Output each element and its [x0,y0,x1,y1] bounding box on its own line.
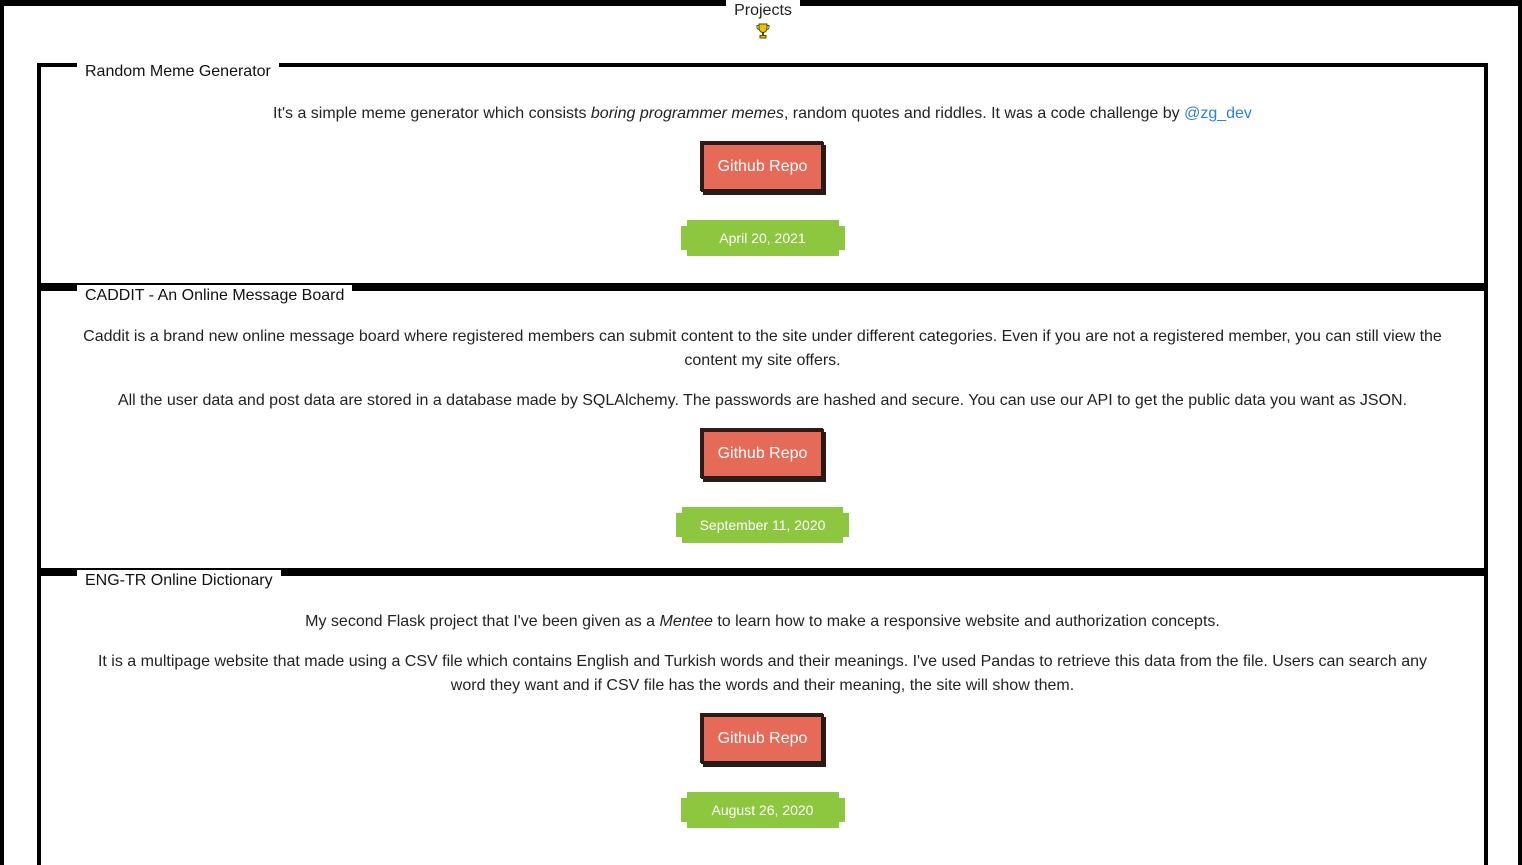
section-header: Projects [726,0,800,42]
project-title: CADDIT - An Online Message Board [77,285,353,307]
project-date-badge: September 11, 2020 [675,507,850,543]
github-repo-button[interactable]: Github Repo [700,142,825,192]
paragraph-text: , random quotes and riddles. It was a co… [783,105,1185,122]
project-description: It's a simple meme generator which consi… [41,67,1484,256]
project-card: Random Meme Generator It's a simple meme… [37,61,1488,287]
project-paragraph: It is a multipage website that made usin… [97,653,1428,694]
project-paragraph: Caddit is a brand new online message boa… [83,328,1442,369]
emphasis-text: Mentee [659,613,713,630]
author-link[interactable]: @zg_dev [1184,105,1252,122]
project-card: CADDIT - An Online Message Board Caddit … [37,283,1488,572]
project-paragraph: My second Flask project that I've been g… [81,610,1444,634]
projects-list: Random Meme Generator It's a simple meme… [37,61,1488,865]
project-paragraph: All the user data and post data are stor… [117,392,1408,409]
github-repo-button[interactable]: Github Repo [700,429,825,479]
paragraph-text: to learn how to make a responsive websit… [712,613,1220,630]
project-paragraph: It's a simple meme generator which consi… [81,102,1444,126]
page: Projects Random Meme Generator It's a si… [0,0,1522,865]
trophy-icon [756,23,770,39]
project-title: ENG-TR Online Dictionary [77,570,281,592]
project-description: My second Flask project that I've been g… [41,576,1484,828]
project-title: Random Meme Generator [77,61,279,83]
project-description: Caddit is a brand new online message boa… [41,291,1484,543]
section-title: Projects [734,2,792,19]
project-date-badge: April 20, 2021 [680,220,845,256]
github-repo-button[interactable]: Github Repo [700,714,825,764]
project-card: ENG-TR Online Dictionary My second Flask… [37,568,1488,865]
emphasis-text: boring programmer memes [590,105,784,122]
paragraph-text: It's a simple meme generator which consi… [273,105,591,122]
project-date-badge: August 26, 2020 [680,792,845,828]
paragraph-text: My second Flask project that I've been g… [305,613,660,630]
